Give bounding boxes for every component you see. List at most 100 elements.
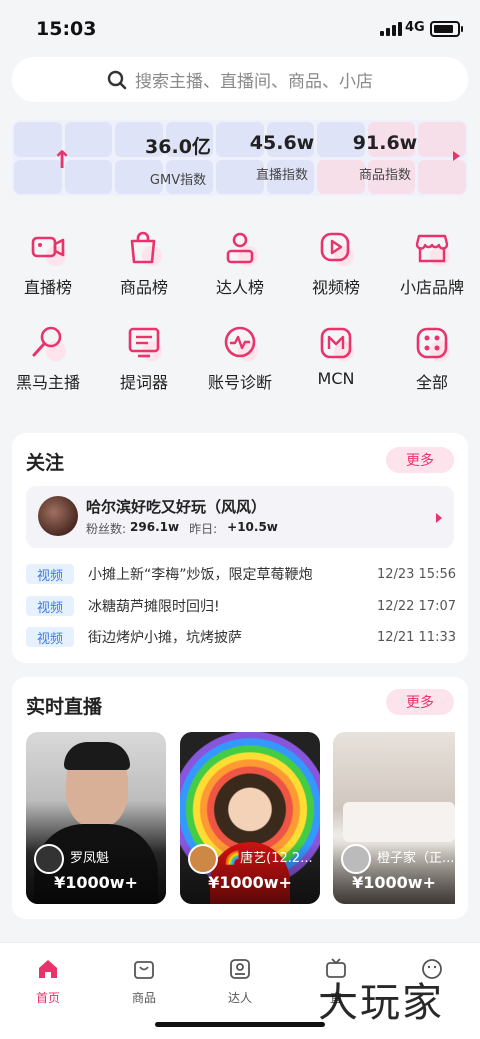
live-gmv: ¥1000w+ (54, 873, 138, 892)
shortcut-label: 账号诊断 (207, 373, 272, 392)
live-room-card[interactable]: 🌈唐艺(12.2... ¥1000w+ (180, 732, 320, 904)
host-avatar (341, 844, 371, 874)
pulse-icon (220, 323, 260, 363)
news-tag: 视频 (26, 627, 74, 647)
news-date: 12/22 17:07 (376, 598, 456, 614)
shortcut-label: 直播榜 (23, 278, 72, 297)
stat-label: 商品指数 (358, 168, 411, 183)
account-avatar (38, 496, 78, 536)
mcn-icon (316, 323, 356, 363)
stat-live: 45.6w 直播指数 (222, 132, 342, 183)
stat-gmv: 36.0亿 GMV指数 (118, 132, 238, 188)
store-icon (412, 228, 452, 268)
tab-goods[interactable]: 商品 (104, 957, 184, 1006)
fans-label: 粉丝数: (86, 522, 127, 536)
index-banner[interactable]: ↑ 36.0亿 GMV指数 45.6w 直播指数 91.6w 商品指数 (12, 120, 468, 196)
shortcut-all[interactable]: 全部 (384, 323, 480, 393)
news-item[interactable]: 视频 冰糖葫芦摊限时回归! 12/22 17:07 (26, 595, 456, 617)
stat-label: 直播指数 (255, 168, 308, 183)
live-room-card[interactable]: 橙子家（正... ¥1000w+ (333, 732, 455, 904)
stat-value: 91.6w (352, 132, 418, 154)
host-avatar (34, 844, 64, 874)
signal-icon (380, 22, 402, 36)
account-arrow-icon (436, 513, 442, 523)
news-item[interactable]: 视频 小摊上新“李梅”炒饭，限定草莓鞭炮 12/23 15:56 (26, 563, 456, 585)
yesterday-label: 昨日: (189, 522, 218, 536)
live-gmv: ¥1000w+ (352, 873, 436, 892)
news-text: 街边烤炉小摊，坑烤披萨 (88, 630, 242, 646)
room-bed (343, 802, 455, 842)
shortcut-label: 小店品牌 (399, 278, 464, 297)
live-title: 实时直播 (26, 696, 103, 718)
news-tag: 视频 (26, 596, 74, 616)
search-bar[interactable]: 搜索主播、直播间、商品、小店 (12, 57, 468, 102)
fans-count: 296.1w (130, 520, 180, 534)
live-room-card[interactable]: 罗凤魁 ¥1000w+ (26, 732, 166, 904)
news-tag: 视频 (26, 564, 74, 584)
bag-icon (134, 961, 154, 979)
tab-label: 达人 (227, 991, 252, 1005)
camera-icon (28, 228, 68, 268)
account-stats: 粉丝数: 296.1w 昨日: +10.5w (86, 520, 278, 537)
tab-label: 商品 (131, 991, 156, 1005)
yesterday-count: +10.5w (227, 520, 278, 534)
tab-label: 首页 (35, 991, 60, 1005)
tab-talent[interactable]: 达人 (200, 957, 280, 1006)
shortcut-account-diagnosis[interactable]: 账号诊断 (192, 323, 288, 393)
shortcut-label: 全部 (415, 373, 448, 392)
shortcut-live-rank[interactable]: 直播榜 (0, 228, 96, 298)
home-icon (39, 960, 57, 978)
shopping-bag-icon (124, 228, 164, 268)
shortcut-mcn[interactable]: MCN (288, 323, 384, 388)
news-item[interactable]: 视频 街边烤炉小摊，坑烤披萨 12/21 11:33 (26, 626, 456, 648)
shortcut-dark-horse[interactable]: 黑马主播 (0, 323, 96, 393)
user-card-icon (230, 959, 250, 979)
host-avatar (188, 844, 218, 874)
shortcut-label: 视频榜 (311, 278, 360, 297)
stat-label: GMV指数 (149, 173, 207, 188)
status-time: 15:03 (36, 18, 97, 40)
news-date: 12/23 15:56 (376, 566, 456, 582)
live-more-button[interactable]: 更多 (386, 689, 454, 715)
shortcut-video-rank[interactable]: 视频榜 (288, 228, 384, 298)
news-date: 12/21 11:33 (376, 629, 456, 645)
magnifier-icon (28, 323, 68, 363)
banner-next-icon[interactable] (453, 151, 460, 161)
stat-goods: 91.6w 商品指数 (325, 132, 445, 183)
account-name: 哈尔滨好吃又好玩（风风） (86, 498, 267, 516)
prompter-icon (124, 323, 164, 363)
live-host-name: 🌈唐艺(12.2... (224, 851, 313, 866)
follow-title: 关注 (26, 452, 65, 474)
followed-account[interactable]: 哈尔滨好吃又好玩（风风） 粉丝数: 296.1w 昨日: +10.5w (26, 486, 454, 548)
live-gmv: ¥1000w+ (208, 873, 292, 892)
stat-value: 45.6w (249, 132, 315, 154)
shortcut-label: MCN (317, 369, 355, 388)
watermark: 大玩家 (318, 980, 444, 1026)
search-icon (107, 70, 127, 89)
news-text: 小摊上新“李梅”炒饭，限定草莓鞭炮 (88, 567, 313, 583)
grid-icon (412, 323, 452, 363)
shortcut-prompter[interactable]: 提词器 (96, 323, 192, 393)
shortcut-label: 提词器 (119, 373, 168, 392)
host-hair (64, 742, 130, 770)
shortcut-talent-rank[interactable]: 达人榜 (192, 228, 288, 298)
tab-home[interactable]: 首页 (8, 957, 88, 1006)
search-placeholder: 搜索主播、直播间、商品、小店 (135, 72, 373, 92)
battery-icon (430, 21, 463, 37)
shortcut-store-brand[interactable]: 小店品牌 (384, 228, 480, 298)
stat-value: 36.0亿 (145, 136, 211, 158)
person-icon (220, 228, 260, 268)
home-indicator[interactable] (155, 1022, 325, 1027)
shortcut-label: 黑马主播 (15, 373, 80, 392)
shortcut-label: 达人榜 (215, 278, 264, 297)
play-icon (316, 228, 356, 268)
shortcut-label: 商品榜 (119, 278, 168, 297)
shortcut-goods-rank[interactable]: 商品榜 (96, 228, 192, 298)
follow-more-button[interactable]: 更多 (386, 447, 454, 473)
status-bar: 15:03 4G (0, 0, 480, 56)
trend-up-icon: ↑ (52, 146, 73, 174)
live-host-name: 罗凤魁 (70, 851, 110, 866)
live-host-name: 橙子家（正... (377, 851, 455, 866)
network-label: 4G (405, 20, 425, 35)
news-text: 冰糖葫芦摊限时回归! (88, 599, 220, 615)
